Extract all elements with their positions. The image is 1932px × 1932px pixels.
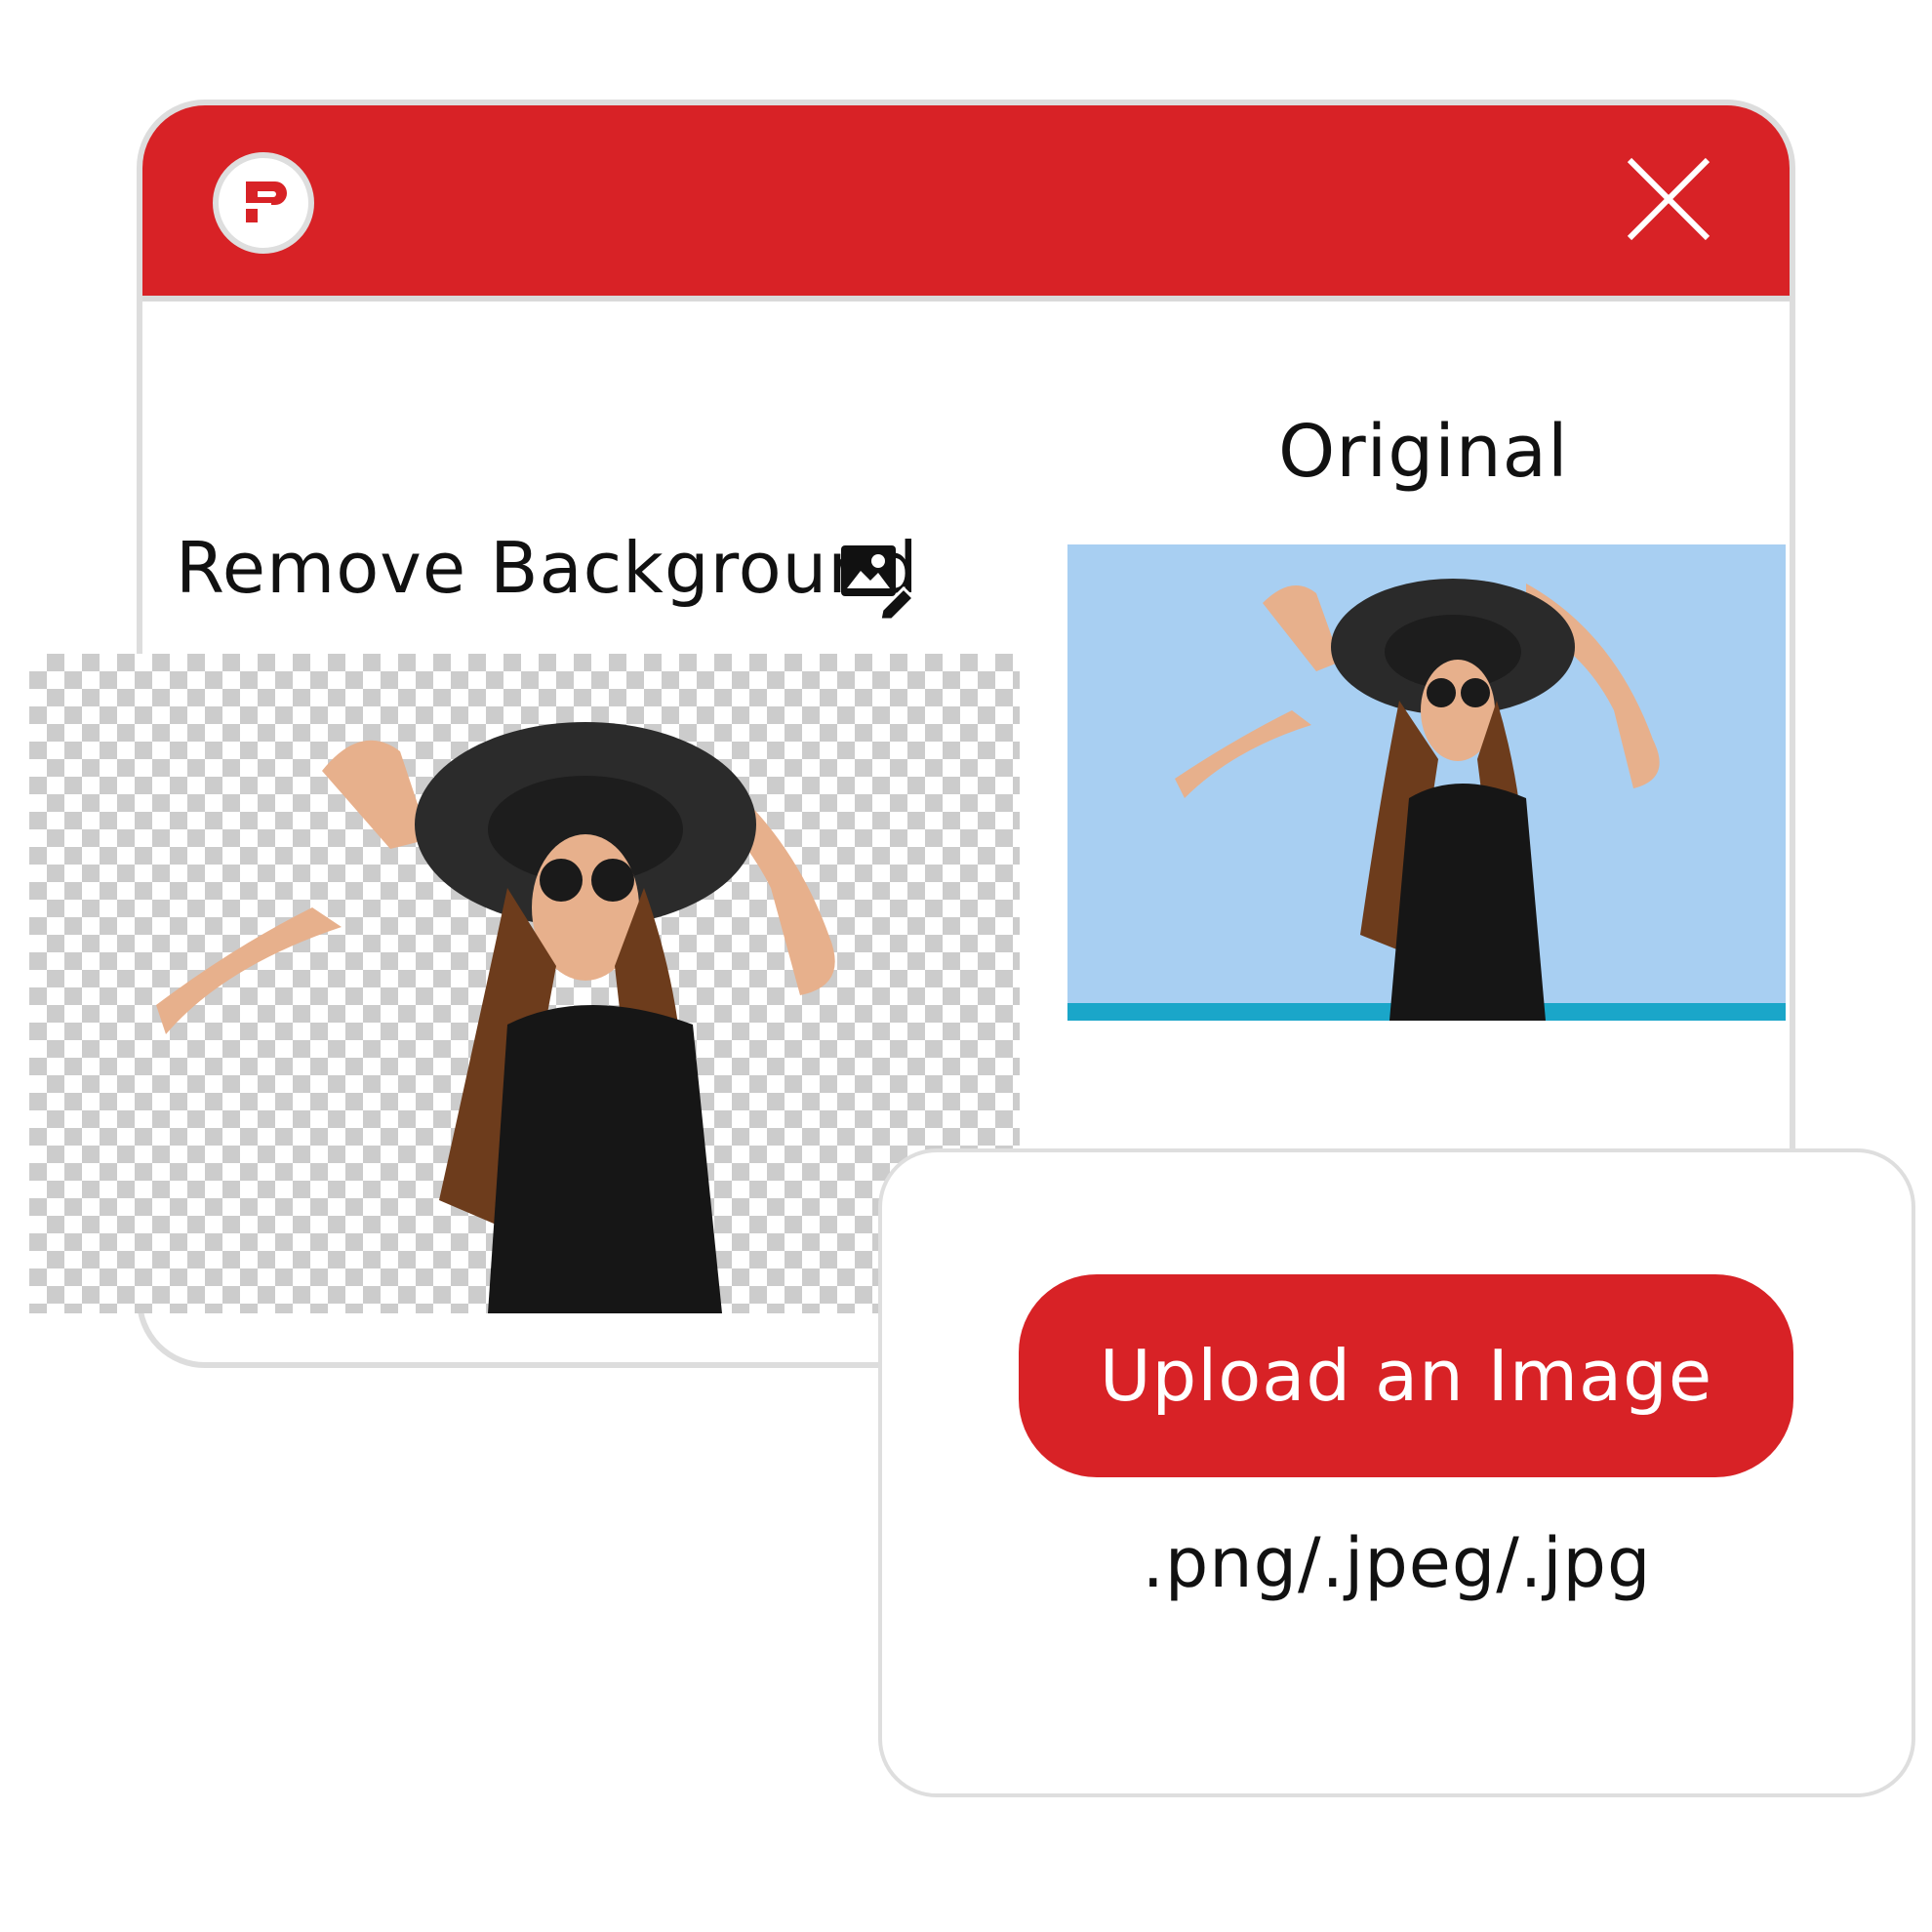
background-removed-photo: [29, 654, 1020, 1313]
original-photo: [1067, 544, 1786, 1021]
brand-logo-icon: [213, 152, 314, 254]
original-title: Original: [1278, 410, 1569, 494]
image-edit-icon[interactable]: [839, 542, 917, 622]
upload-card: Upload an Image .png/.jpeg/.jpg: [878, 1148, 1915, 1797]
remove-background-title: Remove Background: [176, 527, 919, 609]
supported-formats: .png/.jpeg/.jpg: [1142, 1523, 1652, 1603]
upload-image-button[interactable]: Upload an Image: [1019, 1274, 1793, 1477]
title-bar: [142, 105, 1790, 302]
close-icon[interactable]: [1624, 154, 1713, 244]
